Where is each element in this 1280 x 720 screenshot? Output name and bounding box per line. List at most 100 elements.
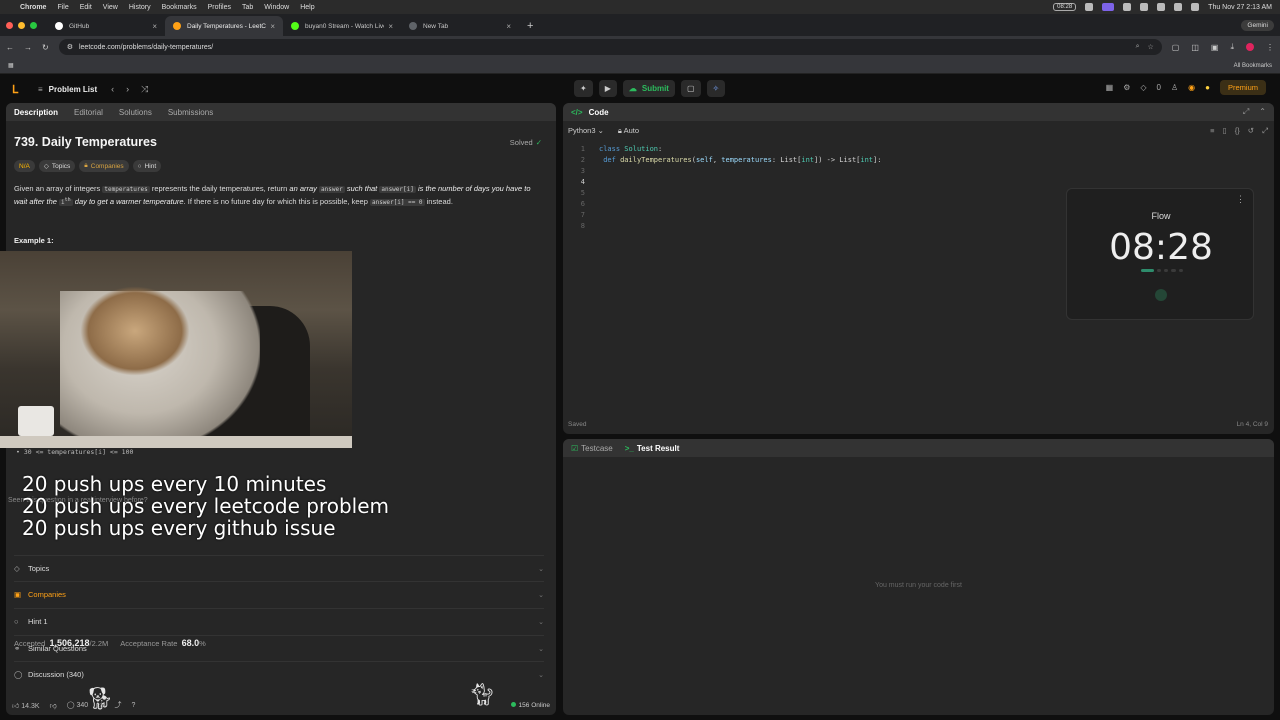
search-icon[interactable] xyxy=(1174,3,1183,11)
extensions-puzzle-icon[interactable]: ◫ xyxy=(1191,43,1199,52)
shuffle-icon[interactable]: ⤨ xyxy=(141,84,148,95)
close-tab-icon[interactable]: × xyxy=(388,22,393,31)
gemini-button[interactable]: Gemini xyxy=(1241,19,1274,31)
run-button[interactable]: ▶ xyxy=(598,80,617,97)
close-tab-icon[interactable]: × xyxy=(506,22,511,31)
side-panel-icon[interactable]: ▣ xyxy=(1211,43,1219,52)
app-status-icon[interactable] xyxy=(1102,3,1115,11)
debug-icon[interactable]: ✦ xyxy=(574,80,593,97)
reset-icon[interactable]: ↺ xyxy=(1248,126,1254,136)
address-bar[interactable]: ⚙ leetcode.com/problems/daily-temperatur… xyxy=(58,39,1162,55)
all-bookmarks-button[interactable]: All Bookmarks xyxy=(1234,63,1272,69)
close-tab-icon[interactable]: × xyxy=(270,22,275,31)
collapse-icon[interactable]: ⌃ xyxy=(1259,107,1266,117)
hint-tag[interactable]: ○ Hint xyxy=(132,160,162,172)
menu-file[interactable]: File xyxy=(57,4,68,11)
reload-icon[interactable]: ↻ xyxy=(42,43,49,52)
chat-bubble-icon: ◯ xyxy=(66,702,75,709)
zoom-icon[interactable]: ⌕ xyxy=(1136,43,1140,51)
tab-kick-stream[interactable]: buyan0 Stream - Watch Live × xyxy=(283,16,401,36)
next-problem-icon[interactable]: › xyxy=(126,84,129,94)
accordion-companies[interactable]: ▣ Companies ⌄ xyxy=(14,581,544,607)
timer-icon[interactable]: ◉ xyxy=(1188,83,1195,92)
avatar[interactable]: ● xyxy=(1205,83,1210,92)
minimize-window-button[interactable] xyxy=(18,21,25,29)
display-icon[interactable] xyxy=(1085,3,1094,11)
prev-problem-icon[interactable]: ‹ xyxy=(111,84,114,94)
wifi-icon[interactable] xyxy=(1140,3,1149,11)
kebab-menu-icon[interactable]: ⋮ xyxy=(1236,194,1245,205)
help-icon[interactable]: ? xyxy=(131,702,135,709)
leetcode-logo-icon[interactable]: ᒪ xyxy=(12,83,22,96)
problem-list-icon[interactable]: ≡ xyxy=(38,85,43,94)
close-window-button[interactable] xyxy=(6,21,13,29)
tab-testcase[interactable]: ☑ Testcase xyxy=(571,444,613,453)
battery-icon[interactable] xyxy=(1157,3,1166,11)
bookmark-star-icon[interactable]: ☆ xyxy=(1147,43,1153,51)
layout-icon[interactable]: ▦ xyxy=(1106,83,1114,92)
new-tab-button[interactable]: + xyxy=(527,20,533,32)
extension-icon[interactable]: ▢ xyxy=(1172,43,1180,52)
comments-button[interactable]: ◯ 340 xyxy=(67,701,88,709)
dislike-icon[interactable]: 👎︎ xyxy=(50,701,57,710)
url-text[interactable]: leetcode.com/problems/daily-temperatures… xyxy=(79,44,213,51)
kebab-menu-icon[interactable]: ⋮ xyxy=(1266,43,1274,52)
close-tab-icon[interactable]: × xyxy=(152,22,157,31)
menu-edit[interactable]: Edit xyxy=(80,4,92,11)
tab-submissions[interactable]: Submissions xyxy=(168,108,213,117)
menubar-clock[interactable]: Thu Nov 27 2:13 AM xyxy=(1208,4,1272,11)
menu-window[interactable]: Window xyxy=(264,4,289,11)
apps-grid-icon[interactable]: ▦ xyxy=(8,62,14,69)
download-icon[interactable]: ⤓ xyxy=(1230,42,1234,52)
language-select[interactable]: Python3 ⌄ xyxy=(568,126,604,136)
add-user-icon[interactable]: ♙ xyxy=(1171,83,1178,92)
share-icon[interactable]: ⤴ xyxy=(114,700,121,710)
menubar-timer-badge[interactable]: 08:28 xyxy=(1053,3,1077,11)
gear-icon[interactable] xyxy=(1123,3,1132,11)
menu-history[interactable]: History xyxy=(129,4,151,11)
tab-test-result[interactable]: >_ Test Result xyxy=(625,444,680,453)
site-info-icon[interactable]: ⚙ xyxy=(67,43,73,51)
profile-avatar[interactable] xyxy=(1246,43,1254,51)
code-tab[interactable]: Code xyxy=(589,108,609,117)
notes-icon[interactable]: ▢ xyxy=(680,80,701,97)
accordion-topics[interactable]: ◇ Topics ⌄ xyxy=(14,555,544,581)
control-center-icon[interactable] xyxy=(1191,3,1200,11)
submit-button[interactable]: ☁ Submit xyxy=(622,80,675,97)
tab-new-tab[interactable]: New Tab × xyxy=(401,16,519,36)
accordion-similar-questions[interactable]: ⚭ Similar Questions ⌄ xyxy=(14,635,544,661)
tab-editorial[interactable]: Editorial xyxy=(74,108,103,117)
tab-description[interactable]: Description xyxy=(14,108,58,117)
like-button[interactable]: 👍︎ 14.3K xyxy=(12,701,40,710)
menu-bookmarks[interactable]: Bookmarks xyxy=(162,4,197,11)
menu-view[interactable]: View xyxy=(103,4,118,11)
accordion-hint-1[interactable]: ○ Hint 1 ⌄ xyxy=(14,608,544,634)
problem-list-button[interactable]: Problem List xyxy=(49,85,97,94)
streak-icon[interactable]: ◇ xyxy=(1140,83,1146,92)
format-icon[interactable]: ≡ xyxy=(1210,126,1214,136)
tab-github[interactable]: GitHub × xyxy=(47,16,165,36)
zoom-window-button[interactable] xyxy=(30,21,37,29)
ai-assist-icon[interactable]: ✧ xyxy=(706,80,726,97)
menu-chrome[interactable]: Chrome xyxy=(20,4,46,11)
problem-title[interactable]: 739. Daily Temperatures xyxy=(14,135,157,149)
menu-help[interactable]: Help xyxy=(300,4,314,11)
code-editor[interactable]: 1 class Solution: 2 def dailyTemperatures… xyxy=(571,144,882,232)
forward-icon[interactable]: → xyxy=(24,43,32,52)
accordion-discussion[interactable]: ◯ Discussion (340) ⌄ xyxy=(14,661,544,687)
menu-profiles[interactable]: Profiles xyxy=(208,4,231,11)
settings-icon[interactable]: ⚙ xyxy=(1123,83,1130,92)
premium-button[interactable]: Premium xyxy=(1219,80,1266,95)
expand-icon[interactable]: ⤢ xyxy=(1243,107,1249,117)
pause-button[interactable] xyxy=(1155,289,1167,301)
menu-tab[interactable]: Tab xyxy=(242,4,253,11)
tab-solutions[interactable]: Solutions xyxy=(119,108,152,117)
bookmark-icon[interactable]: ▯ xyxy=(1223,126,1227,136)
tab-leetcode[interactable]: Daily Temperatures - LeetCo × xyxy=(165,16,283,36)
topics-tag[interactable]: ◇ Topics xyxy=(38,160,76,172)
companies-tag[interactable]: 🔒︎ Companies xyxy=(79,160,129,172)
auto-mode-toggle[interactable]: 🔒︎ Auto xyxy=(618,126,639,136)
fullscreen-icon[interactable]: ⤢ xyxy=(1262,126,1268,136)
back-icon[interactable]: ← xyxy=(6,43,14,52)
braces-icon[interactable]: {} xyxy=(1235,126,1240,136)
